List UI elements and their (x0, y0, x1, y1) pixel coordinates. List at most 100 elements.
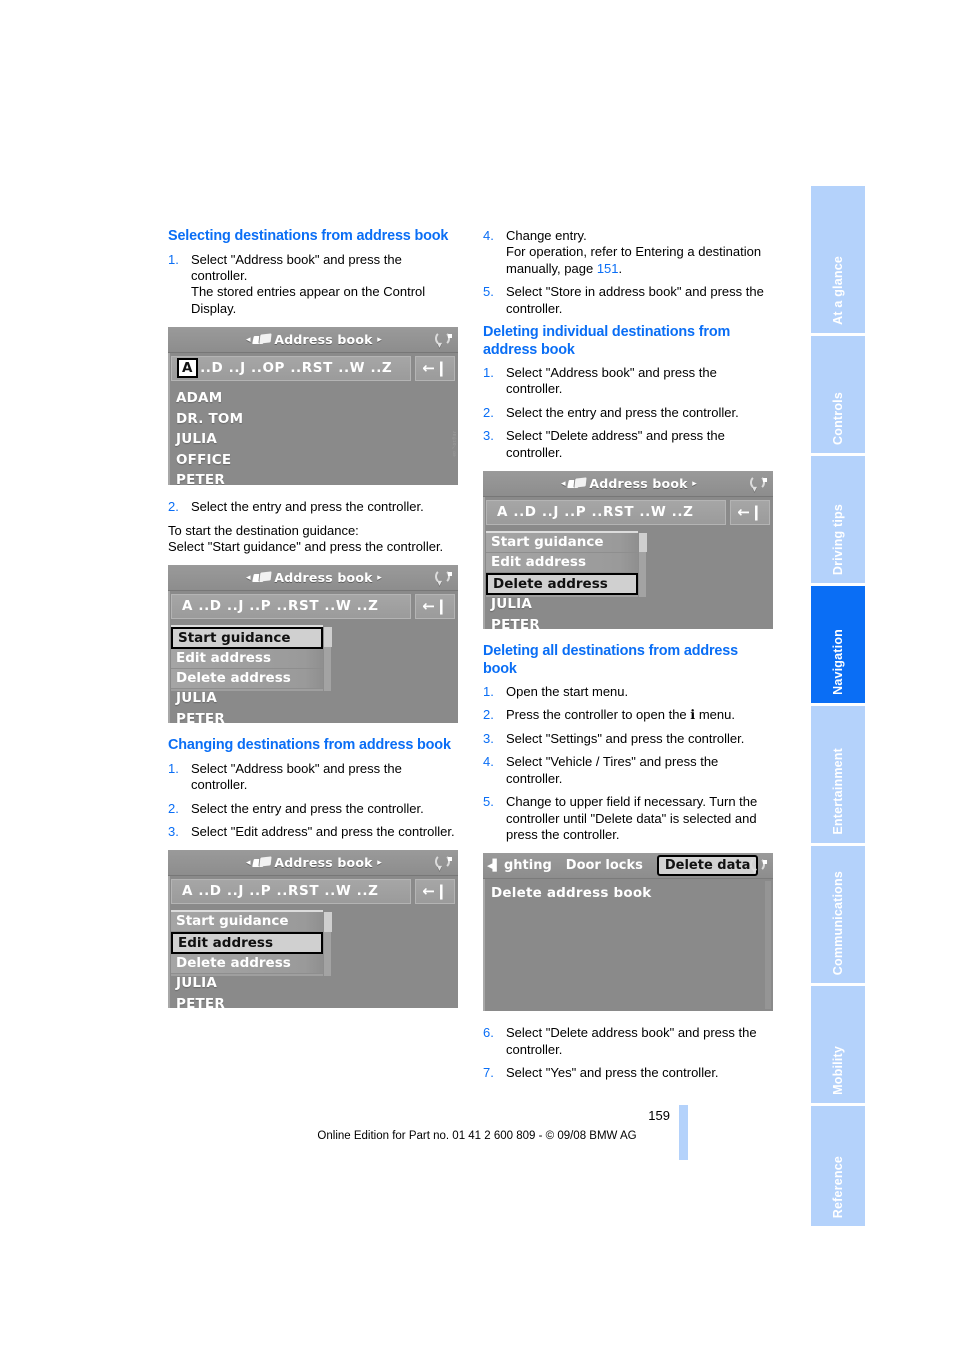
step-number: 2. (483, 707, 494, 723)
next-arrow-icon[interactable]: ▸ (692, 471, 697, 497)
list-item[interactable]: ADAM (171, 388, 455, 409)
selected-letter[interactable]: A (177, 358, 199, 379)
display-title: Address book (274, 855, 373, 871)
tab-door-locks[interactable]: Door locks (566, 853, 643, 878)
control-display-start-guidance: ◂ Address book ▸ ▾ A ..D ..J ..P ..RST .… (168, 565, 458, 724)
list-item[interactable]: PETER (171, 709, 455, 724)
next-arrow-icon[interactable]: ▸ (377, 565, 382, 591)
step-text: Select "Delete address book" and press t… (506, 1025, 757, 1057)
compass-icon: ▾ (433, 853, 452, 874)
letter-filter-input[interactable]: A ..D ..J ..OP ..RST ..W ..Z (171, 356, 411, 382)
step-text: Open the start menu. (506, 684, 629, 700)
heading-changing-destinations: Changing destinations from address book (168, 737, 451, 754)
list-item[interactable]: DR. TOM (171, 409, 455, 430)
sidebar-item-communications[interactable]: Communications (811, 846, 865, 986)
next-arrow-icon[interactable]: ▸ (377, 850, 382, 876)
sidebar-item-label: Controls (831, 392, 845, 445)
list-item: 1. Select "Address book" and press the c… (168, 252, 458, 318)
sidebar-item-reference[interactable]: Reference (811, 1106, 865, 1226)
next-arrow-icon[interactable]: ▸ (377, 327, 382, 353)
vertical-scrollbar[interactable] (765, 881, 771, 1010)
menu-item-start-guidance[interactable]: Start guidance (171, 627, 323, 650)
right-column: 4. Change entry. For operation, refer to … (483, 228, 773, 1089)
step-text: Press the controller to open the ℹ menu. (506, 707, 735, 723)
sidebar-item-navigation[interactable]: Navigation (811, 586, 865, 706)
list-item[interactable]: JULIA (171, 429, 455, 450)
backspace-button[interactable]: ←❙ (730, 500, 770, 526)
scrollbar-thumb[interactable] (324, 627, 332, 647)
letter-range-label: ..D ..J ..OP ..RST ..W ..Z (200, 360, 393, 377)
steps-selecting-destinations-cont: 2. Select the entry and press the contro… (168, 499, 458, 515)
menu-item-start-guidance[interactable]: Start guidance (171, 912, 323, 933)
sidebar-item-label: Driving tips (831, 503, 845, 575)
letter-filter-input[interactable]: A ..D ..J ..P ..RST ..W ..Z (171, 879, 411, 905)
step-number: 3. (168, 824, 179, 840)
letter-filter-input[interactable]: A ..D ..J ..P ..RST ..W ..Z (486, 500, 726, 526)
menu-scrollbar[interactable] (323, 627, 332, 692)
step-text: Change to upper field if necessary. Turn… (506, 794, 758, 842)
list-item: 2. Select the entry and press the contro… (168, 801, 458, 817)
left-column: Selecting destinations from address book… (168, 228, 458, 1022)
backspace-button[interactable]: ←❙ (415, 594, 455, 620)
letter-filter-input[interactable]: A ..D ..J ..P ..RST ..W ..Z (171, 594, 411, 620)
scrollbar-thumb[interactable] (639, 533, 647, 553)
sidebar-item-at-a-glance[interactable]: At a glance (811, 186, 865, 336)
list-item[interactable]: PETER (171, 994, 455, 1009)
sidebar-item-controls[interactable]: Controls (811, 336, 865, 456)
backspace-button[interactable]: ←❙ (415, 356, 455, 382)
steps-changing-destinations: 1. Select "Address book" and press the c… (168, 761, 458, 841)
footer-note: Online Edition for Part no. 01 41 2 600 … (317, 1130, 637, 1142)
prev-arrow-icon[interactable]: ◂ (246, 327, 251, 353)
menu-item-edit-address[interactable]: Edit address (486, 553, 638, 574)
menu-item-start-guidance[interactable]: Start guidance (486, 533, 638, 554)
address-entry-list: ADAM DR. TOM JULIA OFFICE PETER (171, 386, 455, 485)
menu-item-edit-address[interactable]: Edit address (171, 649, 323, 670)
steps-deleting-all-cont: 6. Select "Delete address book" and pres… (483, 1025, 773, 1081)
list-item: 3. Select "Edit address" and press the c… (168, 824, 458, 840)
display-title: Address book (274, 332, 373, 348)
sidebar-item-driving-tips[interactable]: Driving tips (811, 456, 865, 586)
prev-arrow-icon[interactable]: ◂ (561, 471, 566, 497)
list-item: 3. Select "Settings" and press the contr… (483, 731, 773, 747)
menu-scrollbar[interactable] (638, 533, 647, 598)
step-number: 5. (483, 794, 494, 810)
prev-arrow-icon[interactable]: ◂ (246, 850, 251, 876)
menu-item-delete-address[interactable]: Delete address (171, 669, 323, 690)
step-text: Select "Address book" and press the cont… (191, 760, 402, 793)
tab-lighting[interactable]: ghting (504, 853, 552, 878)
compass-icon: ▾ (748, 856, 767, 877)
step-text: Select "Yes" and press the controller. (506, 1065, 719, 1081)
menu-scrollbar[interactable] (323, 912, 332, 977)
prev-arrow-icon[interactable]: ◂▌ (487, 853, 501, 878)
list-item: 2. Select the entry and press the contro… (483, 405, 773, 421)
start-guidance-paragraph: To start the destination guidance: Select… (168, 522, 444, 554)
list-item: 1. Open the start menu. (483, 684, 773, 700)
heading-selecting-destinations: Selecting destinations from address book (168, 228, 449, 244)
step-number: 6. (483, 1025, 494, 1041)
letter-filter-bar: A ..D ..J ..P ..RST ..W ..Z ←❙ (171, 593, 455, 620)
step-number: 2. (168, 499, 179, 515)
menu-item-edit-address[interactable]: Edit address (171, 932, 323, 955)
sidebar-item-label: Navigation (831, 629, 845, 695)
backspace-button[interactable]: ←❙ (415, 879, 455, 905)
list-item[interactable]: PETER (171, 470, 455, 485)
settings-tab-bar: ◂▌ ghting Door locks Delete data ▾ (483, 853, 773, 880)
step-number: 3. (483, 730, 494, 746)
tab-delete-data[interactable]: Delete data (656, 855, 759, 877)
list-item: 2. Select the entry and press the contro… (168, 499, 458, 515)
letter-filter-bar: A ..D ..J ..P ..RST ..W ..Z ←❙ (486, 499, 770, 526)
page-reference[interactable]: 151 (597, 261, 619, 276)
step-number: 1. (168, 760, 179, 776)
menu-item-delete-address[interactable]: Delete address (486, 573, 638, 596)
prev-arrow-icon[interactable]: ◂ (246, 565, 251, 591)
list-item[interactable]: PETER (486, 615, 770, 630)
sidebar-item-mobility[interactable]: Mobility (811, 986, 865, 1106)
menu-item-delete-address[interactable]: Delete address (171, 954, 323, 975)
sidebar-item-entertainment[interactable]: Entertainment (811, 706, 865, 846)
menu-item-delete-address-book[interactable]: Delete address book (483, 879, 773, 901)
list-item[interactable]: OFFICE (171, 450, 455, 471)
list-item: 5. Select "Store in address book" and pr… (483, 284, 773, 317)
page-number: 159 (648, 1108, 670, 1123)
scrollbar-thumb[interactable] (324, 912, 332, 932)
compass-icon: ▾ (433, 330, 452, 351)
